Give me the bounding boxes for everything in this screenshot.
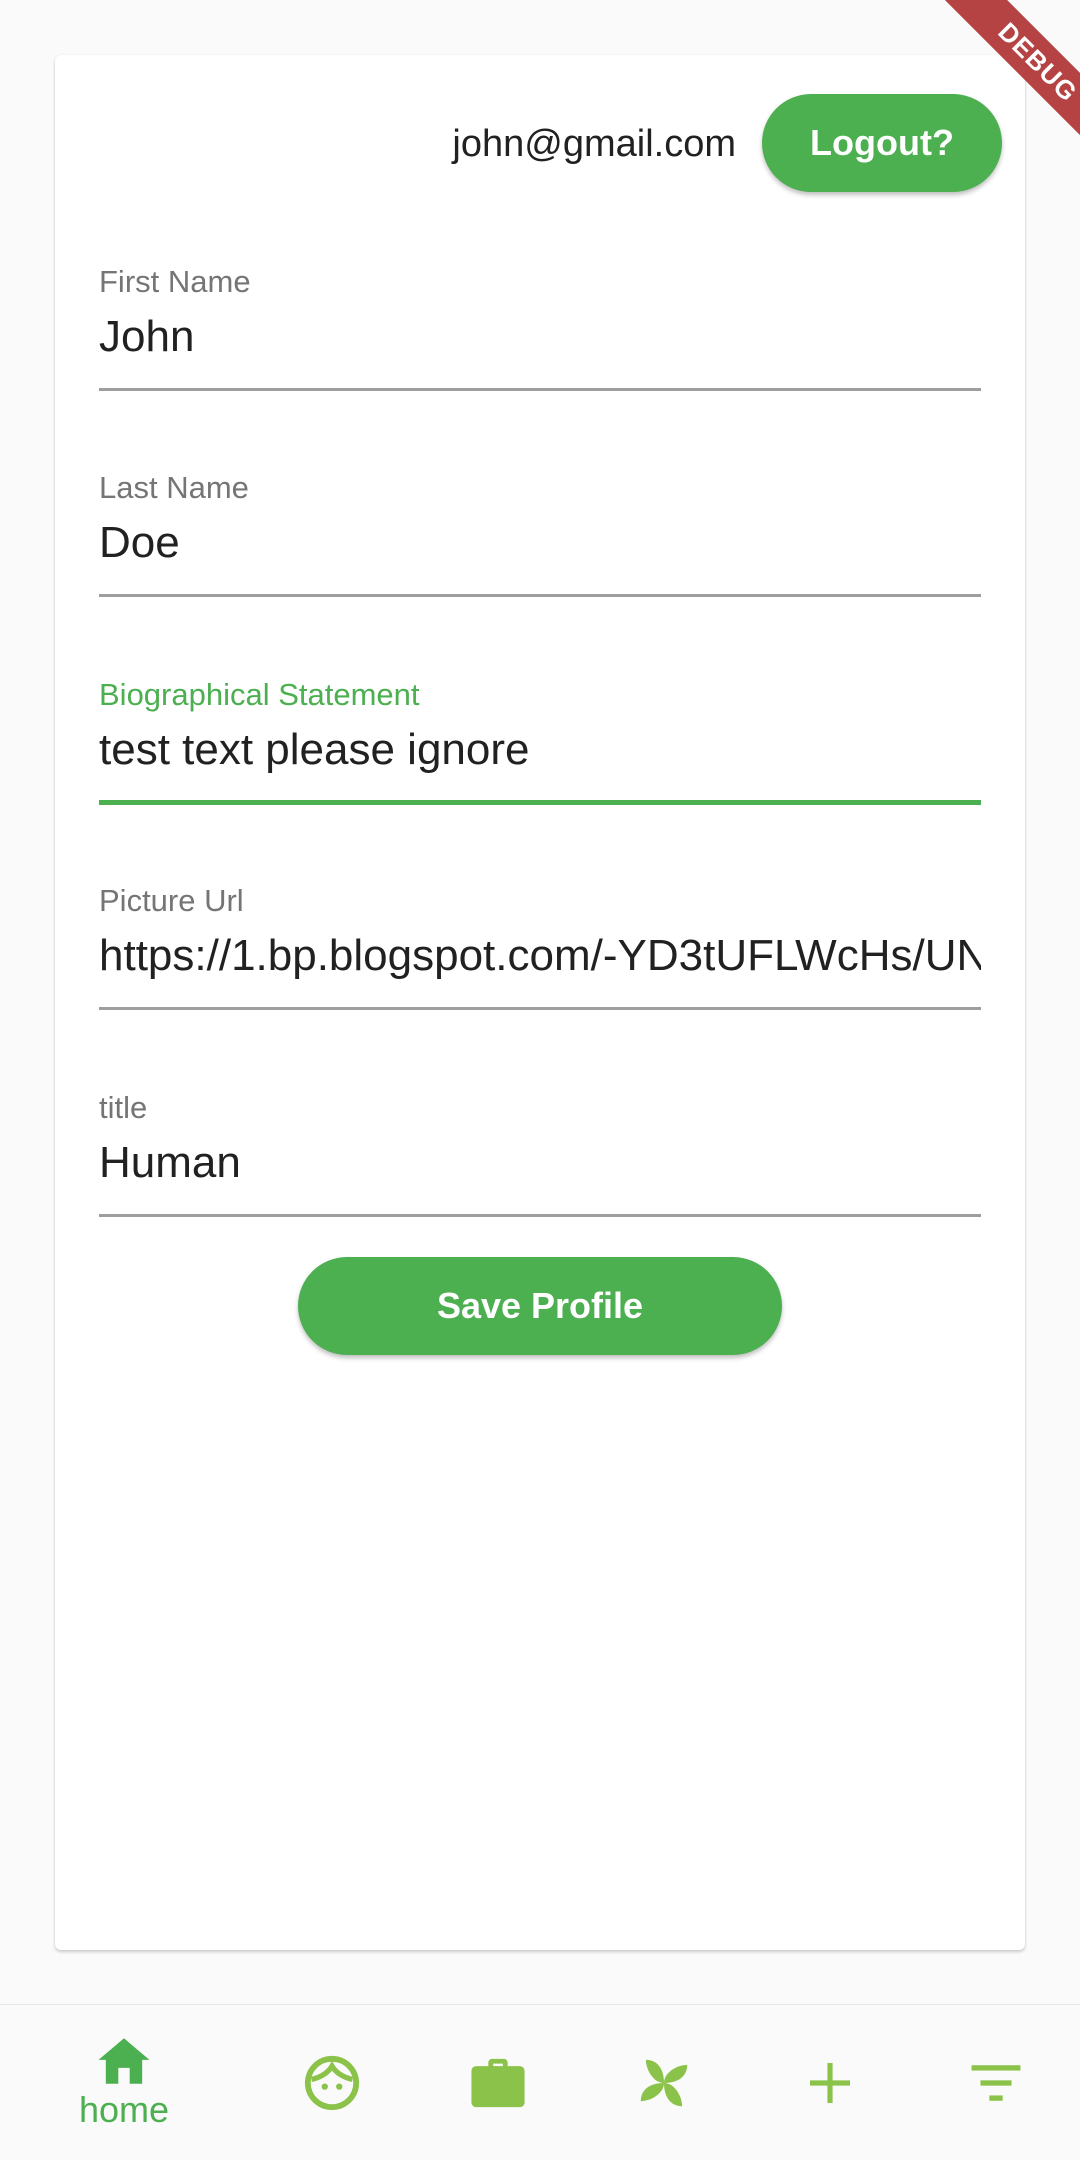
bottom-navigation: home (0, 2004, 1080, 2160)
picture-url-underline (99, 1007, 981, 1010)
first-name-input[interactable]: John (99, 310, 981, 364)
filter-icon (969, 2063, 1023, 2103)
user-email: john@gmail.com (452, 123, 736, 165)
title-input[interactable]: Human (99, 1136, 981, 1190)
first-name-underline (99, 388, 981, 391)
nav-item-filter[interactable] (906, 2005, 1080, 2160)
logout-button[interactable]: Logout? (762, 94, 1002, 192)
profile-screen: john@gmail.com Logout? First Name John L… (0, 0, 1080, 2160)
first-name-field[interactable]: First Name John (99, 264, 981, 400)
bio-input[interactable]: test text please ignore (99, 723, 981, 777)
first-name-label: First Name (99, 264, 251, 299)
nav-item-home[interactable]: home (34, 2005, 214, 2160)
nav-item-activity[interactable] (574, 2005, 754, 2160)
last-name-field[interactable]: Last Name Doe (99, 470, 981, 606)
bio-field[interactable]: Biographical Statement test text please … (99, 677, 981, 813)
face-icon (303, 2054, 361, 2112)
briefcase-icon (469, 2056, 527, 2110)
add-icon (806, 2059, 854, 2107)
nav-item-profile[interactable] (242, 2005, 422, 2160)
nav-label-home: home (78, 2089, 170, 2130)
nav-item-add[interactable] (740, 2005, 920, 2160)
pinwheel-icon (633, 2052, 695, 2114)
picture-url-field[interactable]: Picture Url https://1.bp.blogspot.com/-Y… (99, 883, 981, 1019)
save-profile-button[interactable]: Save Profile (298, 1257, 782, 1355)
last-name-label: Last Name (99, 470, 249, 505)
nav-item-work[interactable] (408, 2005, 588, 2160)
home-icon (96, 2036, 152, 2086)
last-name-input[interactable]: Doe (99, 516, 981, 570)
title-label: title (99, 1090, 148, 1125)
title-underline (99, 1214, 981, 1217)
picture-url-input[interactable]: https://1.bp.blogspot.com/-YD3tUFLWcHs/U… (99, 929, 981, 983)
last-name-underline (99, 594, 981, 597)
bio-label: Biographical Statement (99, 677, 420, 712)
title-field[interactable]: title Human (99, 1090, 981, 1226)
bio-underline (99, 800, 981, 805)
picture-url-label: Picture Url (99, 883, 244, 918)
